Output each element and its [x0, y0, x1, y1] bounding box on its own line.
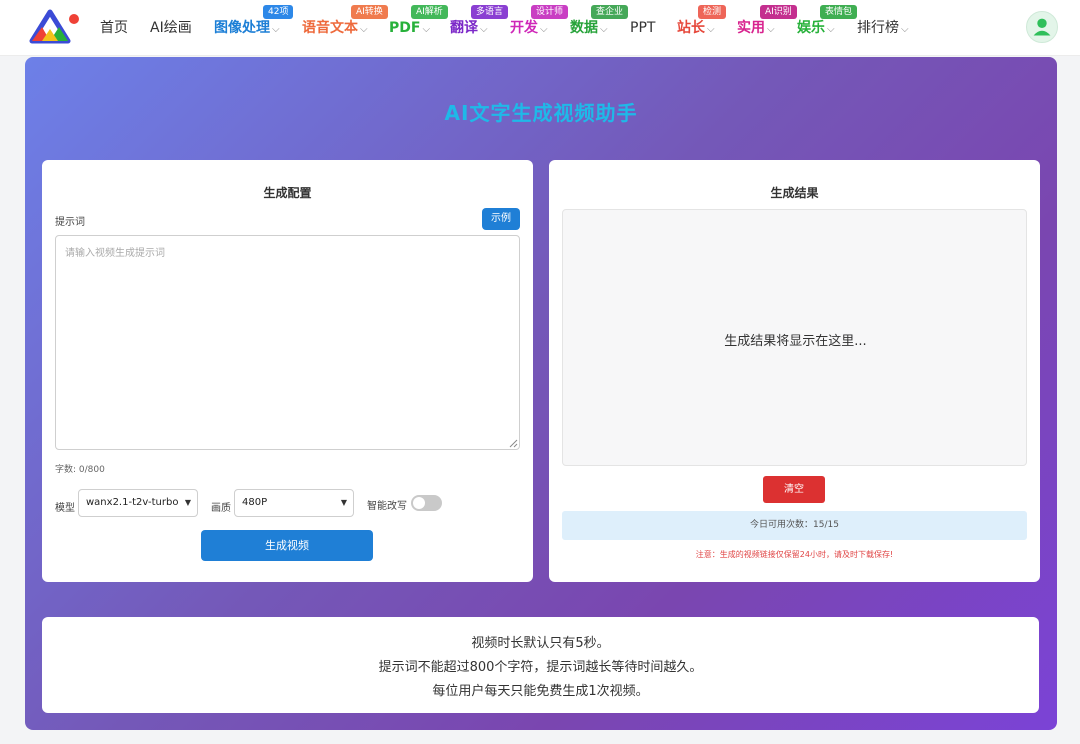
nav-item[interactable]: 实用 ⌵: [737, 18, 775, 40]
chevron-down-icon: ⌵: [901, 24, 909, 35]
nav-item[interactable]: 站长 ⌵: [677, 18, 715, 40]
nav-badge: 查企业: [591, 5, 629, 19]
nav-badge: 设计师: [531, 5, 569, 19]
top-nav: 首页 AI绘画 图像处理 ⌵ 42项 语音文本 ⌵ AI转换 PDF ⌵ AI解析 翻译 ⌵ 多语言 开发 ⌵…: [0, 0, 1080, 56]
nav-badge: AI解析: [411, 5, 448, 19]
expiry-notice: 注意：生成的视频链接仅保留24小时，请及时下载保存!: [695, 550, 894, 559]
nav-item-label: 实用: [737, 20, 765, 36]
usage-count: 今日可用次数：15/15: [562, 511, 1027, 540]
model-select[interactable]: wanx2.1-t2v-turbo ▼: [78, 489, 198, 517]
nav-item[interactable]: PPT: [630, 18, 655, 38]
nav-item-label: 语音文本: [302, 20, 358, 36]
nav-badge: AI转换: [351, 5, 388, 19]
nav-item[interactable]: AI绘画: [150, 18, 192, 38]
result-card: 生成结果 生成结果将显示在这里... 清空 今日可用次数：15/15 注意：生成…: [549, 160, 1040, 582]
resize-grip-icon[interactable]: [509, 439, 518, 448]
nav-item-label: 开发: [510, 20, 538, 36]
nav-badge: 多语言: [471, 5, 509, 19]
chevron-down-icon: ⌵: [540, 24, 548, 35]
info-card: 视频时长默认只有5秒。 提示词不能超过800个字符，提示词越长等待时间越久。 每…: [42, 617, 1039, 713]
chevron-down-icon: ⌵: [360, 24, 368, 35]
clear-button[interactable]: 清空: [763, 476, 825, 503]
config-card: 生成配置 提示词 示例 字数: 0/800 模型 wanx2.1-t2v-tur…: [42, 160, 533, 582]
main-panel: AI文字生成视频助手 生成配置 提示词 示例 字数: 0/800 模型 wanx…: [25, 57, 1057, 730]
prompt-label: 提示词: [55, 217, 85, 228]
result-placeholder: 生成结果将显示在这里...: [724, 334, 867, 349]
result-display: 生成结果将显示在这里...: [562, 209, 1027, 466]
nav-item[interactable]: 娱乐 ⌵: [797, 18, 835, 40]
chevron-down-icon: ⌵: [707, 24, 715, 35]
model-label: 模型: [55, 503, 75, 514]
quality-select[interactable]: 480P ▼: [234, 489, 354, 517]
chevron-down-icon: ⌵: [600, 24, 608, 35]
nav-badge: AI识别: [760, 5, 797, 19]
config-card-title: 生成配置: [263, 186, 312, 200]
nav-item[interactable]: 开发 ⌵: [510, 18, 548, 40]
chevron-down-icon: ▼: [340, 498, 347, 507]
generate-video-button[interactable]: 生成视频: [201, 530, 373, 561]
info-line: 每位用户每天只能免费生成1次视频。: [432, 684, 649, 699]
chevron-down-icon: ⌵: [767, 24, 775, 35]
chevron-down-icon: ⌵: [272, 24, 280, 35]
toggle-knob: [413, 497, 425, 509]
quality-select-value: 480P: [242, 497, 268, 508]
nav-badge: 42项: [263, 5, 294, 19]
quality-label: 画质: [211, 503, 231, 514]
smart-rewrite-label: 智能改写: [367, 501, 407, 512]
prompt-textarea[interactable]: [55, 235, 520, 450]
chevron-down-icon: ▼: [184, 498, 191, 507]
nav-item-label: 数据: [570, 20, 598, 36]
nav-item-label: 排行榜: [857, 20, 899, 36]
info-line: 视频时长默认只有5秒。: [471, 636, 610, 651]
nav-item[interactable]: 排行榜 ⌵: [857, 18, 909, 40]
nav-item[interactable]: 首页: [100, 18, 128, 38]
info-line: 提示词不能超过800个字符，提示词越长等待时间越久。: [378, 660, 703, 675]
nav-badge: 检测: [698, 5, 727, 19]
nav-item[interactable]: 图像处理 ⌵: [214, 18, 280, 40]
nav-item-label: 站长: [677, 20, 705, 36]
nav-item-label: 首页: [100, 20, 128, 36]
chevron-down-icon: ⌵: [827, 24, 835, 35]
nav-item-label: PPT: [630, 20, 656, 36]
nav-item[interactable]: 翻译 ⌵: [450, 18, 488, 40]
chevron-down-icon: ⌵: [480, 24, 488, 35]
nav-badge: 表情包: [820, 5, 858, 19]
nav-item-label: 翻译: [450, 20, 478, 36]
nav-item[interactable]: 语音文本 ⌵: [302, 18, 368, 40]
user-avatar-icon[interactable]: [1026, 11, 1058, 43]
nav-item[interactable]: 数据 ⌵: [570, 18, 608, 40]
nav-item-label: 图像处理: [214, 20, 270, 36]
nav-item-label: 娱乐: [797, 20, 825, 36]
char-count: 字数: 0/800: [55, 465, 105, 475]
smart-rewrite-toggle[interactable]: [411, 495, 442, 511]
nav-item-label: AI绘画: [150, 20, 192, 36]
result-card-title: 生成结果: [770, 186, 819, 200]
chevron-down-icon: ⌵: [422, 24, 431, 35]
nav-item[interactable]: PDF ⌵: [389, 18, 430, 40]
page-title: AI文字生成视频助手: [444, 101, 638, 125]
model-select-value: wanx2.1-t2v-turbo: [86, 497, 179, 508]
nav-item-label: PDF: [389, 20, 421, 36]
triangle-logo-icon[interactable]: [28, 9, 82, 45]
example-button[interactable]: 示例: [482, 208, 520, 230]
